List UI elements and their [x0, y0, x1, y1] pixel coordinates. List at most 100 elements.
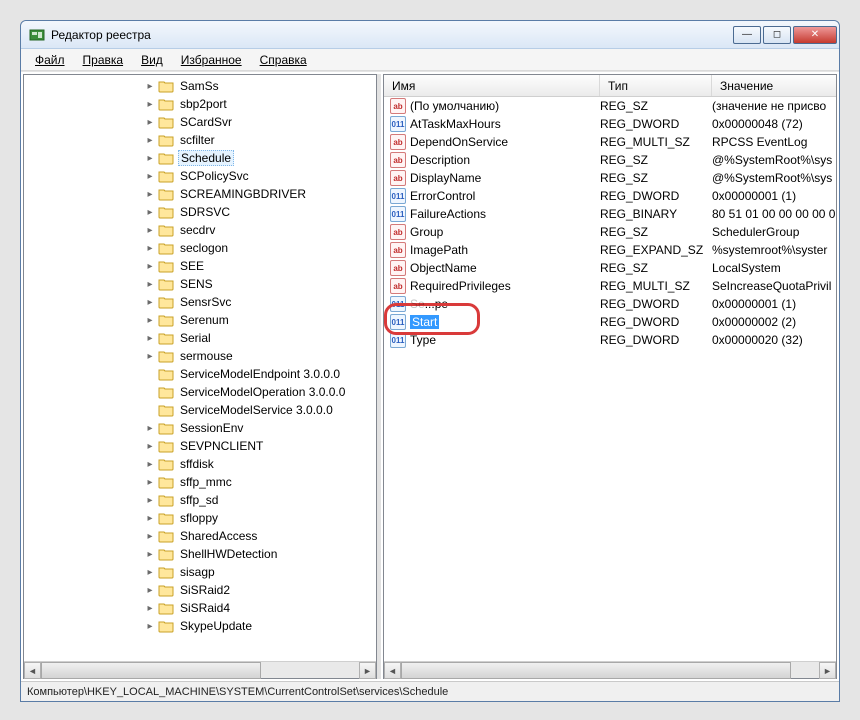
values-list[interactable]: ab(По умолчанию)REG_SZ(значение не присв… — [384, 97, 836, 661]
tree-item[interactable]: ▸secdrv — [24, 221, 376, 239]
value-name: RequiredPrivileges — [410, 279, 511, 293]
expander-icon[interactable]: ▸ — [144, 351, 156, 362]
tree-item[interactable]: ▸scfilter — [24, 131, 376, 149]
value-row[interactable]: 011FailureActionsREG_BINARY80 51 01 00 0… — [384, 205, 836, 223]
tree-item[interactable]: ▸SamSs — [24, 77, 376, 95]
value-row[interactable]: abImagePathREG_EXPAND_SZ%systemroot%\sys… — [384, 241, 836, 259]
tree-item-label: SCREAMINGBDRIVER — [178, 187, 308, 201]
tree-item[interactable]: ▸sffdisk — [24, 455, 376, 473]
tree-item-label: ServiceModelEndpoint 3.0.0.0 — [178, 367, 342, 381]
tree-item[interactable]: ▸Schedule — [24, 149, 376, 167]
tree-item[interactable]: ServiceModelService 3.0.0.0 — [24, 401, 376, 419]
tree-item[interactable]: ▸SensrSvc — [24, 293, 376, 311]
expander-icon[interactable]: ▸ — [144, 261, 156, 272]
tree-item[interactable]: ▸SharedAccess — [24, 527, 376, 545]
tree-item[interactable]: ServiceModelEndpoint 3.0.0.0 — [24, 365, 376, 383]
expander-icon[interactable]: ▸ — [144, 423, 156, 434]
expander-icon[interactable]: ▸ — [144, 585, 156, 596]
expander-icon[interactable]: ▸ — [144, 513, 156, 524]
registry-tree[interactable]: ▸SamSs▸sbp2port▸SCardSvr▸scfilter▸Schedu… — [24, 75, 376, 661]
tree-item[interactable]: ▸Serenum — [24, 311, 376, 329]
value-row[interactable]: abDependOnServiceREG_MULTI_SZRPCSS Event… — [384, 133, 836, 151]
menu-help[interactable]: Справка — [252, 51, 315, 69]
tree-item[interactable]: ▸Serial — [24, 329, 376, 347]
value-row[interactable]: 011ErrorControlREG_DWORD0x00000001 (1) — [384, 187, 836, 205]
expander-icon[interactable]: ▸ — [144, 333, 156, 344]
menu-view[interactable]: Вид — [133, 51, 171, 69]
scroll-left-button[interactable]: ◄ — [24, 662, 41, 679]
tree-item[interactable]: ▸SEVPNCLIENT — [24, 437, 376, 455]
expander-icon[interactable]: ▸ — [144, 171, 156, 182]
col-value[interactable]: Значение — [712, 75, 836, 96]
expander-icon[interactable]: ▸ — [144, 279, 156, 290]
tree-item[interactable]: ▸SiSRaid4 — [24, 599, 376, 617]
tree-item[interactable]: ▸ShellHWDetection — [24, 545, 376, 563]
tree-item[interactable]: ▸ SCREAMINGBDRIVER — [24, 185, 376, 203]
expander-icon[interactable]: ▸ — [144, 477, 156, 488]
tree-item[interactable]: ▸SessionEnv — [24, 419, 376, 437]
expander-icon[interactable]: ▸ — [144, 441, 156, 452]
expander-icon[interactable]: ▸ — [144, 621, 156, 632]
expander-icon[interactable]: ▸ — [144, 207, 156, 218]
expander-icon[interactable]: ▸ — [144, 81, 156, 92]
menu-favorites[interactable]: Избранное — [173, 51, 250, 69]
scroll-right-button[interactable]: ► — [359, 662, 376, 679]
value-row[interactable]: abObjectNameREG_SZLocalSystem — [384, 259, 836, 277]
value-row[interactable]: 011AtTaskMaxHoursREG_DWORD0x00000048 (72… — [384, 115, 836, 133]
expander-icon[interactable]: ▸ — [144, 135, 156, 146]
menu-edit[interactable]: Правка — [75, 51, 132, 69]
list-hscrollbar[interactable]: ◄ ► — [384, 661, 836, 678]
tree-item[interactable]: ▸SkypeUpdate — [24, 617, 376, 635]
expander-icon[interactable]: ▸ — [144, 459, 156, 470]
value-row[interactable]: 011StartREG_DWORD0x00000002 (2) — [384, 313, 836, 331]
tree-item[interactable]: ▸seclogon — [24, 239, 376, 257]
expander-icon[interactable]: ▸ — [144, 225, 156, 236]
splitter[interactable] — [377, 74, 381, 679]
expander-icon[interactable]: ▸ — [144, 153, 156, 164]
tree-item[interactable]: ▸SCPolicySvc — [24, 167, 376, 185]
expander-icon[interactable]: ▸ — [144, 297, 156, 308]
expander-icon[interactable]: ▸ — [144, 549, 156, 560]
expander-icon[interactable]: ▸ — [144, 603, 156, 614]
tree-item[interactable]: ServiceModelOperation 3.0.0.0 — [24, 383, 376, 401]
scroll-thumb[interactable] — [401, 662, 791, 679]
tree-item[interactable]: ▸sisagp — [24, 563, 376, 581]
tree-item[interactable]: ▸sfloppy — [24, 509, 376, 527]
value-row[interactable]: abGroupREG_SZSchedulerGroup — [384, 223, 836, 241]
tree-item[interactable]: ▸sffp_sd — [24, 491, 376, 509]
tree-item[interactable]: ▸SEE — [24, 257, 376, 275]
tree-item[interactable]: ▸SiSRaid2 — [24, 581, 376, 599]
expander-icon[interactable]: ▸ — [144, 117, 156, 128]
tree-item[interactable]: ▸sermouse — [24, 347, 376, 365]
value-row[interactable]: abDescriptionREG_SZ@%SystemRoot%\sys — [384, 151, 836, 169]
scroll-right-button[interactable]: ► — [819, 662, 836, 679]
folder-icon — [158, 439, 174, 453]
expander-icon[interactable]: ▸ — [144, 567, 156, 578]
expander-icon[interactable]: ▸ — [144, 495, 156, 506]
col-name[interactable]: Имя — [384, 75, 600, 96]
value-row[interactable]: abRequiredPrivilegesREG_MULTI_SZSeIncrea… — [384, 277, 836, 295]
tree-item[interactable]: ▸sffp_mmc — [24, 473, 376, 491]
scroll-left-button[interactable]: ◄ — [384, 662, 401, 679]
tree-item[interactable]: ▸sbp2port — [24, 95, 376, 113]
value-row[interactable]: ab(По умолчанию)REG_SZ(значение не присв… — [384, 97, 836, 115]
expander-icon[interactable]: ▸ — [144, 243, 156, 254]
tree-hscrollbar[interactable]: ◄ ► — [24, 661, 376, 678]
maximize-button[interactable]: ◻ — [763, 26, 791, 44]
scroll-thumb[interactable] — [41, 662, 261, 679]
expander-icon[interactable]: ▸ — [144, 315, 156, 326]
value-row[interactable]: abDisplayNameREG_SZ@%SystemRoot%\sys — [384, 169, 836, 187]
minimize-button[interactable]: — — [733, 26, 761, 44]
col-type[interactable]: Тип — [600, 75, 712, 96]
tree-item[interactable]: ▸SDRSVC — [24, 203, 376, 221]
expander-icon[interactable]: ▸ — [144, 189, 156, 200]
close-button[interactable]: ✕ — [793, 26, 837, 44]
value-row[interactable]: 011Se...peREG_DWORD0x00000001 (1) — [384, 295, 836, 313]
menu-file[interactable]: Файл — [27, 51, 73, 69]
value-row[interactable]: 011TypeREG_DWORD0x00000020 (32) — [384, 331, 836, 349]
expander-icon[interactable]: ▸ — [144, 531, 156, 542]
tree-item[interactable]: ▸SCardSvr — [24, 113, 376, 131]
expander-icon[interactable]: ▸ — [144, 99, 156, 110]
tree-item[interactable]: ▸SENS — [24, 275, 376, 293]
titlebar[interactable]: Редактор реестра — ◻ ✕ — [21, 21, 839, 49]
